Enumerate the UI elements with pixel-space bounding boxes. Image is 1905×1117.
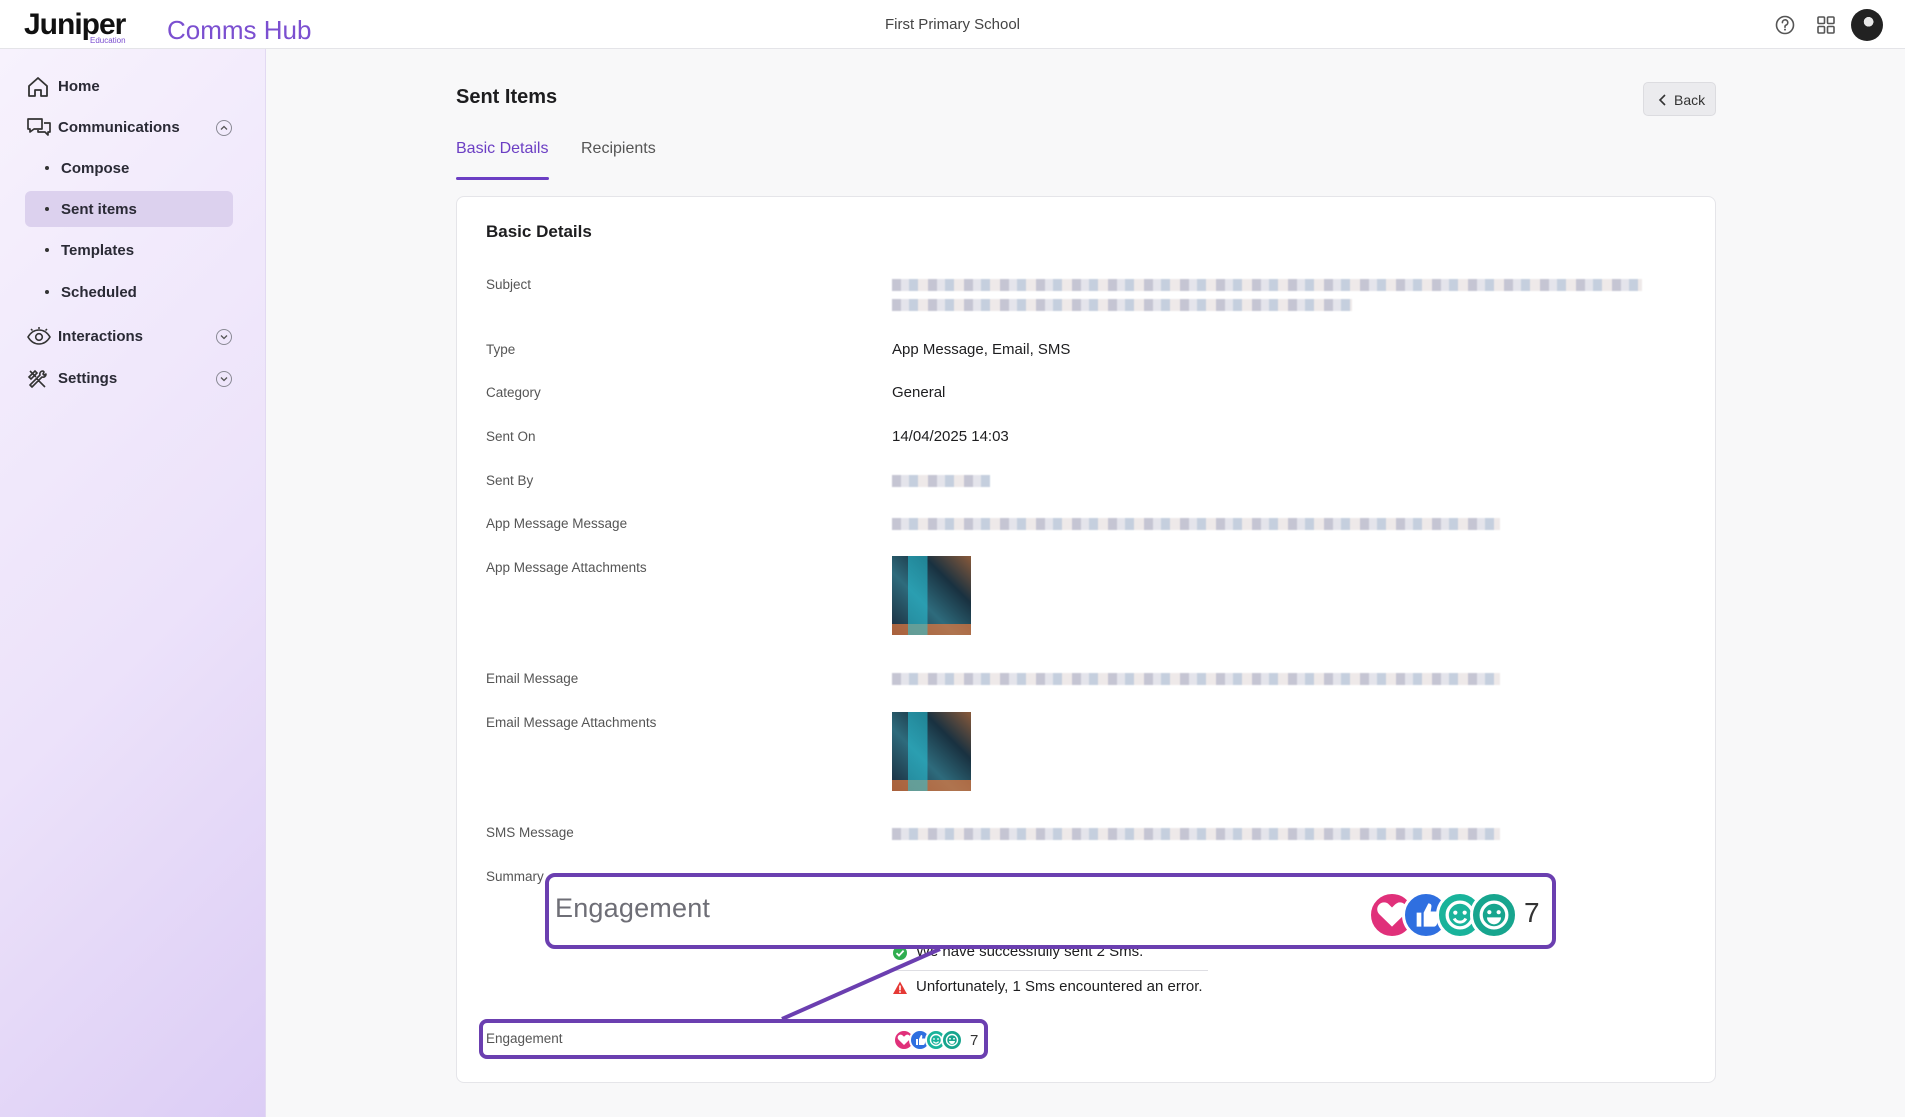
grin-icon bbox=[941, 1029, 963, 1051]
engagement-label: Engagement bbox=[486, 1031, 563, 1046]
engagement-zoom-count: 7 bbox=[1524, 897, 1540, 928]
engagement-count: 7 bbox=[970, 1032, 979, 1049]
callout-leader-line bbox=[781, 947, 941, 1021]
grin-icon bbox=[1470, 891, 1518, 939]
engagement-zoom-label: Engagement bbox=[555, 893, 711, 923]
